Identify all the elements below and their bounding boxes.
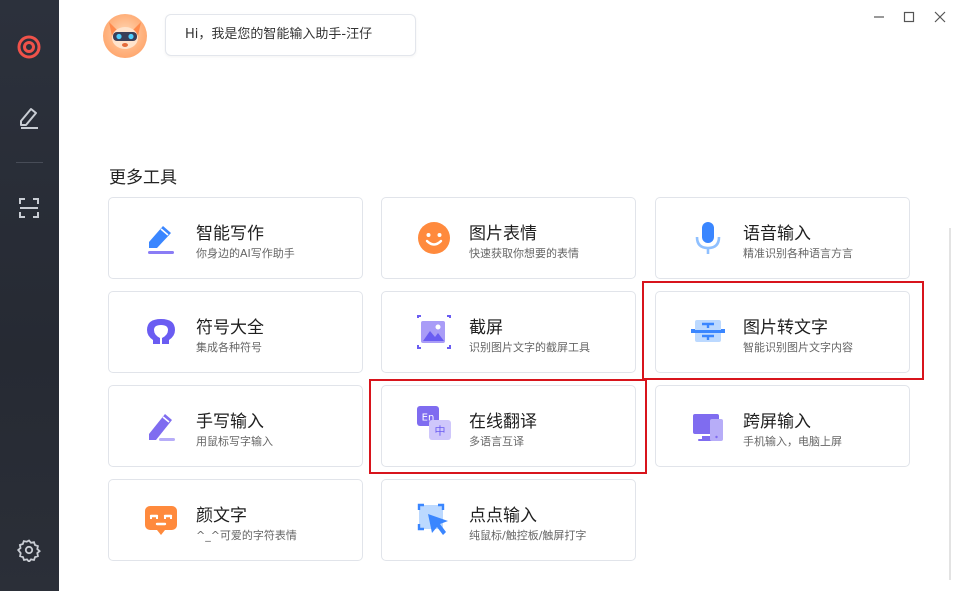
screenshot-icon <box>416 314 452 350</box>
tool-title: 在线翻译 <box>469 412 537 432</box>
sidebar <box>0 0 59 591</box>
sidebar-divider <box>16 162 43 163</box>
tool-title: 图片表情 <box>469 224 537 244</box>
tool-title: 截屏 <box>469 318 503 338</box>
greeting-text: Hi，我是您的智能输入助手-汪仔 <box>185 27 373 42</box>
tool-title: 点点输入 <box>469 506 537 526</box>
smiley-icon <box>416 220 452 256</box>
tool-title: 手写输入 <box>196 412 264 432</box>
tool-card-image-to-text[interactable]: 图片转文字 智能识别图片文字内容 <box>655 291 910 373</box>
tool-title: 跨屏输入 <box>743 412 811 432</box>
cursor-click-icon <box>416 502 452 538</box>
tool-card-symbols[interactable]: 符号大全 集成各种符号 <box>108 291 363 373</box>
tool-subtitle: 快速获取你想要的表情 <box>469 247 579 260</box>
tool-card-tap-input[interactable]: 点点输入 纯鼠标/触控板/触屏打字 <box>381 479 636 561</box>
tool-title: 智能写作 <box>196 224 264 244</box>
tool-card-screenshot[interactable]: 截屏 识别图片文字的截屏工具 <box>381 291 636 373</box>
translate-icon-zh: 中 <box>435 425 446 438</box>
section-title: 更多工具 <box>109 168 177 188</box>
tool-title: 颜文字 <box>196 506 247 526</box>
minimize-icon[interactable] <box>867 6 891 28</box>
omega-icon <box>143 314 179 350</box>
tool-title: 符号大全 <box>196 318 264 338</box>
tool-subtitle: 多语言互译 <box>469 435 524 448</box>
greeting-bubble: Hi，我是您的智能输入助手-汪仔 <box>165 14 416 56</box>
kaomoji-icon <box>143 502 179 538</box>
microphone-icon <box>690 220 726 256</box>
tool-title: 图片转文字 <box>743 318 828 338</box>
close-icon[interactable] <box>928 6 952 28</box>
scrollbar[interactable] <box>949 228 951 580</box>
tool-card-kaomoji[interactable]: 颜文字 ^_^可爱的字符表情 <box>108 479 363 561</box>
main-panel: Hi，我是您的智能输入助手-汪仔 更多工具 智能写作 你身边的AI写作助手 图片… <box>59 0 959 591</box>
tool-subtitle: 精准识别各种语言方言 <box>743 247 853 260</box>
tool-card-voice-input[interactable]: 语音输入 精准识别各种语言方言 <box>655 197 910 279</box>
smart-writing-icon <box>143 220 179 256</box>
handwriting-pen-icon <box>143 408 179 444</box>
image-to-text-icon <box>690 314 726 350</box>
tool-card-online-translate[interactable]: En 中 在线翻译 多语言互译 <box>381 385 636 467</box>
tool-card-image-emoji[interactable]: 图片表情 快速获取你想要的表情 <box>381 197 636 279</box>
tool-subtitle: 你身边的AI写作助手 <box>196 247 295 260</box>
pen-sidebar-icon[interactable] <box>14 101 44 131</box>
tool-subtitle: 纯鼠标/触控板/触屏打字 <box>469 529 587 542</box>
tool-subtitle: 用鼠标写字输入 <box>196 435 273 448</box>
maximize-icon[interactable] <box>897 6 921 28</box>
cross-screen-icon <box>690 408 726 444</box>
tool-card-cross-screen[interactable]: 跨屏输入 手机输入，电脑上屏 <box>655 385 910 467</box>
tool-subtitle: ^_^可爱的字符表情 <box>196 529 297 542</box>
scan-icon[interactable] <box>14 193 44 223</box>
tool-subtitle: 识别图片文字的截屏工具 <box>469 341 590 354</box>
tool-card-handwriting[interactable]: 手写输入 用鼠标写字输入 <box>108 385 363 467</box>
tool-title: 语音输入 <box>743 224 811 244</box>
translate-icon: En 中 <box>416 404 452 440</box>
logo-ring-icon[interactable] <box>14 32 44 62</box>
tool-subtitle: 智能识别图片文字内容 <box>743 341 853 354</box>
tool-subtitle: 集成各种符号 <box>196 341 262 354</box>
tool-subtitle: 手机输入，电脑上屏 <box>743 435 842 448</box>
settings-icon[interactable] <box>14 535 44 565</box>
assistant-avatar[interactable] <box>103 14 147 58</box>
tool-card-smart-writing[interactable]: 智能写作 你身边的AI写作助手 <box>108 197 363 279</box>
